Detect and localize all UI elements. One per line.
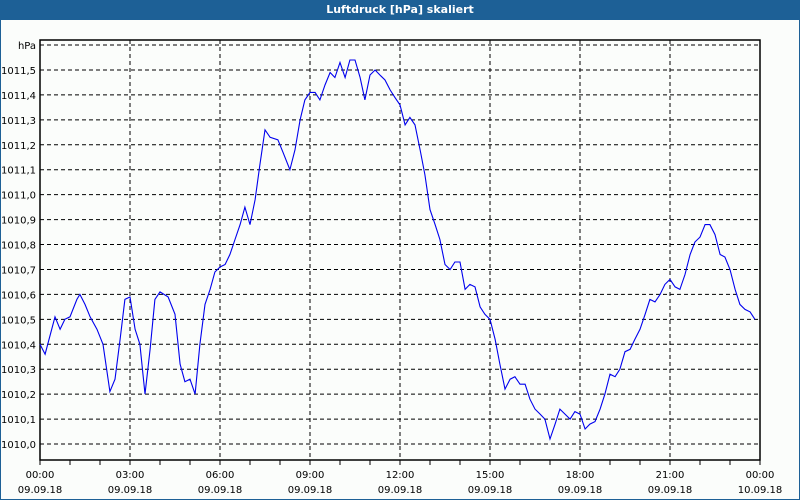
x-tick-date: 09.09.18 [198,485,243,496]
y-tick-label: 1011,2 [1,141,36,152]
x-tick-date: 09.09.18 [468,485,513,496]
y-tick-label: 1010,9 [1,216,36,227]
y-tick-label: 1010,2 [1,390,36,401]
x-tick-time: 03:00 [116,470,145,481]
y-tick-label: 1010,3 [1,365,36,376]
x-tick-time: 00:00 [746,470,775,481]
y-tick-label: 1011,1 [1,166,36,177]
x-tick-date: 09.09.18 [378,485,423,496]
x-tick-date: 09.09.18 [648,485,693,496]
x-tick-time: 06:00 [206,470,235,481]
x-tick-time: 15:00 [476,470,505,481]
y-tick-label: 1010,6 [1,290,36,301]
y-tick-label: 1011,4 [1,91,36,102]
y-tick-label: 1010,4 [1,340,36,351]
x-tick-date: 09.09.18 [18,485,63,496]
y-tick-label: 1011,3 [1,116,36,127]
x-tick-time: 09:00 [296,470,325,481]
y-tick-label: 1011,0 [1,191,36,202]
line-chart: 1010,0 1010,1 1010,2 1010,3 1010,4 1010,5 1010… [1,39,783,496]
y-tick-label: 1010,5 [1,315,36,326]
x-tick-date: 09.09.18 [108,485,153,496]
x-tick-time: 21:00 [656,470,685,481]
y-tick-label: 1010,0 [1,440,36,451]
y-tick-label: 1010,7 [1,265,36,276]
y-tick-label: 1011,5 [1,66,36,77]
x-tick-date: 09.09.18 [288,485,333,496]
x-tick-date: 09.09.18 [558,485,603,496]
x-tick-date: 10.09.18 [738,485,783,496]
x-tick-time: 18:00 [566,470,595,481]
series-line-luftdruck [39,59,756,441]
x-tick-time: 00:00 [26,470,55,481]
y-tick-label: 1010,1 [1,415,36,426]
y-axis-unit-label: hPa [18,41,36,52]
x-tick-time: 12:00 [386,470,415,481]
y-tick-label: 1010,8 [1,241,36,252]
